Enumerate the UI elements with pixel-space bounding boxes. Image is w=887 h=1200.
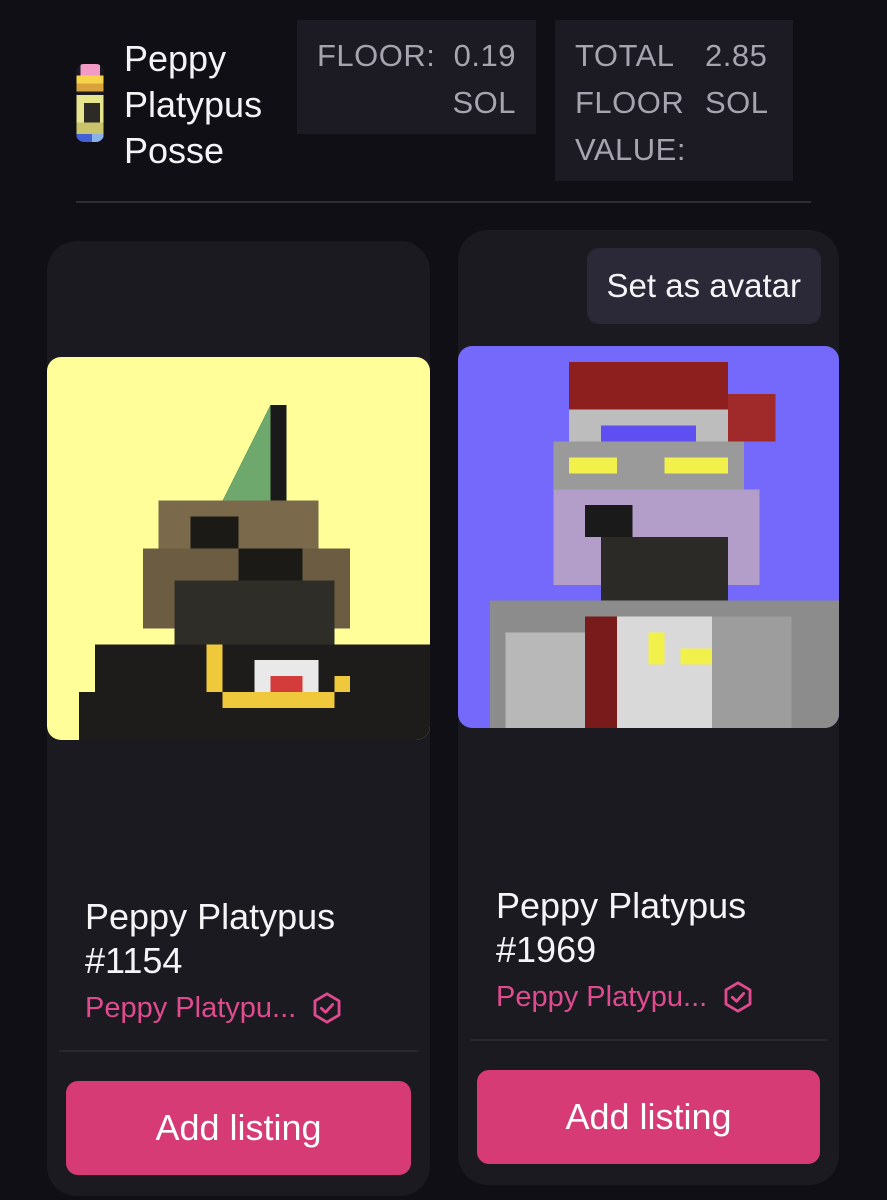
- add-listing-button[interactable]: Add listing: [477, 1070, 820, 1164]
- card-divider: [470, 1039, 827, 1041]
- floor-value: 0.19 SOL: [452, 38, 516, 120]
- nft-title[interactable]: Peppy Platypus #1969: [496, 884, 816, 972]
- collection-name: Peppy Platypus Posse: [124, 38, 263, 171]
- verified-badge-icon: [721, 980, 755, 1014]
- verified-badge-icon: [310, 991, 344, 1025]
- nft-title[interactable]: Peppy Platypus #1154: [85, 895, 405, 983]
- collection-link[interactable]: Peppy Platypu...: [496, 977, 755, 1017]
- collection-link[interactable]: Peppy Platypu...: [85, 988, 344, 1028]
- collection-link-text: Peppy Platypu...: [496, 981, 708, 1013]
- card-divider: [59, 1050, 418, 1052]
- total-floor-value-stat: TOTAL FLOOR VALUE: 2.85 SOL: [555, 20, 793, 181]
- total-floor-label: TOTAL FLOOR VALUE:: [575, 38, 686, 167]
- collection-logo-icon: [76, 64, 104, 142]
- header-divider: [76, 201, 811, 203]
- nft-card[interactable]: Peppy Platypus #1154 Peppy Platypu... Ad…: [47, 241, 430, 1196]
- floor-price-stat: FLOOR: 0.19 SOL: [297, 20, 536, 134]
- set-as-avatar-button[interactable]: Set as avatar: [586, 248, 821, 324]
- nft-image[interactable]: [47, 357, 430, 740]
- floor-label: FLOOR:: [317, 38, 436, 73]
- nft-image[interactable]: [458, 346, 839, 728]
- collection-link-text: Peppy Platypu...: [85, 992, 297, 1024]
- total-floor-value: 2.85 SOL: [705, 38, 769, 120]
- add-listing-button[interactable]: Add listing: [66, 1081, 411, 1175]
- nft-card[interactable]: Set as avatar Peppy Platypus #1969 Peppy…: [458, 230, 839, 1185]
